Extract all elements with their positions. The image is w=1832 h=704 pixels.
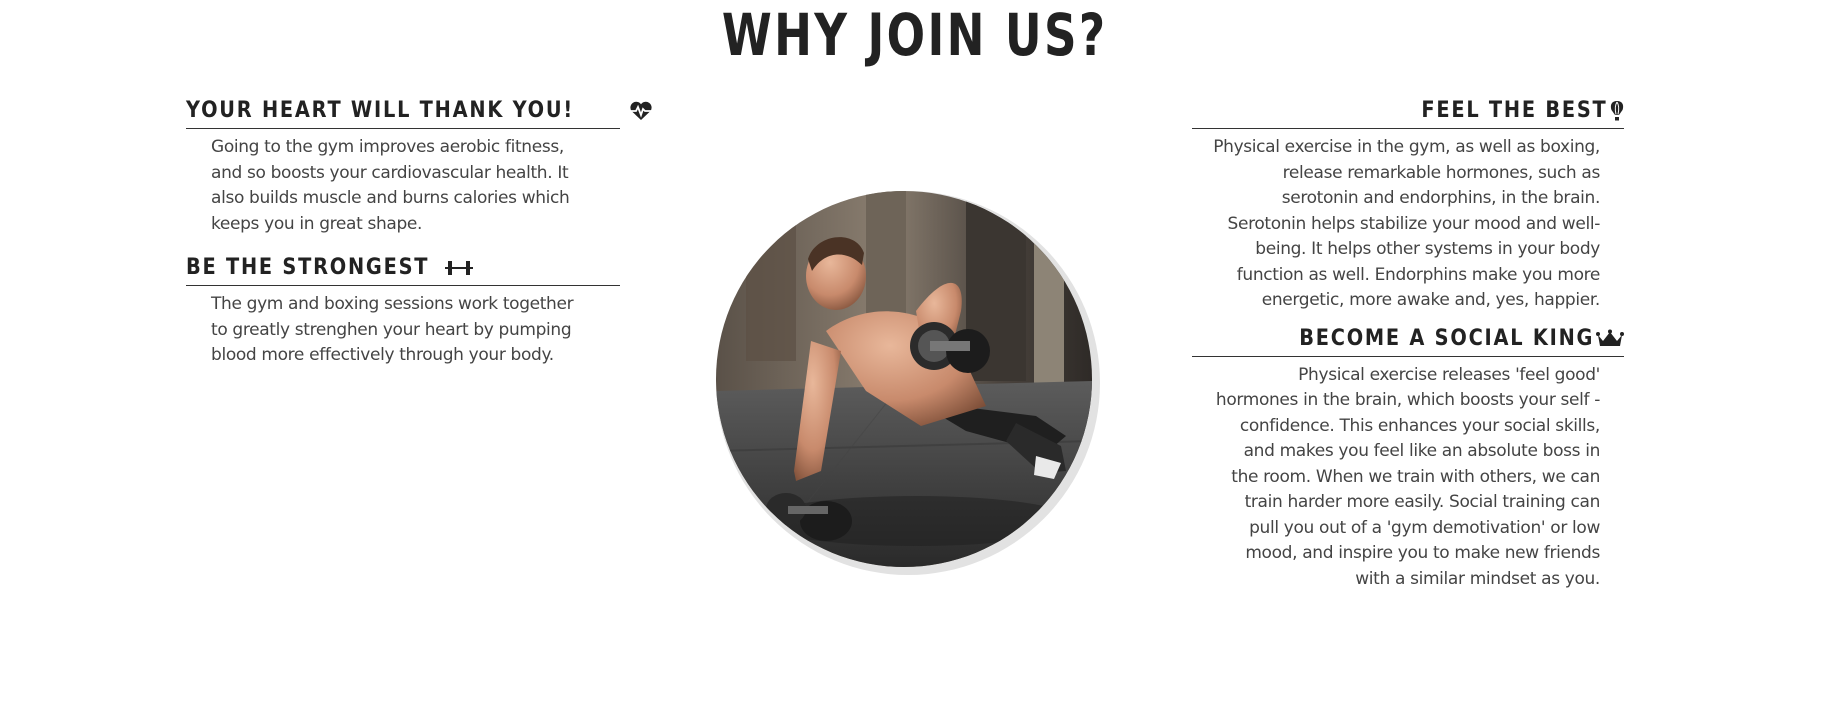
- section-text: Physical exercise releases 'feel good' h…: [1215, 364, 1600, 589]
- section-strongest: BE THE STRONGEST The gym and boxing sess…: [186, 253, 620, 369]
- dumbbell-icon: [445, 261, 474, 275]
- crown-icon: [1596, 329, 1624, 346]
- section-heading-strongest: BE THE STRONGEST: [186, 253, 620, 286]
- left-column: YOUR HEART WILL THANK YOU! Going to the …: [186, 96, 652, 369]
- section-title: FEEL THE BEST: [1421, 98, 1608, 123]
- section-heading-social-king: BECOME A SOCIAL KING: [1192, 324, 1624, 357]
- section-text: The gym and boxing sessions work togethe…: [211, 294, 574, 365]
- section-title: BE THE STRONGEST: [186, 255, 430, 280]
- section-heading-feel-best: FEEL THE BEST: [1192, 96, 1624, 129]
- right-column: FEEL THE BEST Physical exercise in the g…: [1192, 96, 1624, 592]
- man-doing-dumbbell-push-up-photo: [716, 191, 1092, 567]
- section-title: BECOME A SOCIAL KING: [1299, 325, 1594, 351]
- section-heading-heart: YOUR HEART WILL THANK YOU!: [186, 96, 652, 129]
- heartbeat-icon: [629, 101, 652, 120]
- section-text: Physical exercise in the gym, as well as…: [1213, 137, 1600, 310]
- photo-frame: [716, 191, 1100, 575]
- page-title: WHY JOIN US?: [721, 1, 1108, 69]
- section-title: YOUR HEART WILL THANK YOU!: [186, 98, 574, 123]
- section-social-king: BECOME A SOCIAL KING Physical exercise r…: [1192, 324, 1624, 593]
- section-text: Going to the gym improves aerobic fitnes…: [211, 137, 570, 234]
- section-feel-best: FEEL THE BEST Physical exercise in the g…: [1192, 96, 1624, 314]
- section-heart: YOUR HEART WILL THANK YOU! Going to the …: [186, 96, 652, 237]
- hot-air-balloon-icon: [1610, 101, 1624, 121]
